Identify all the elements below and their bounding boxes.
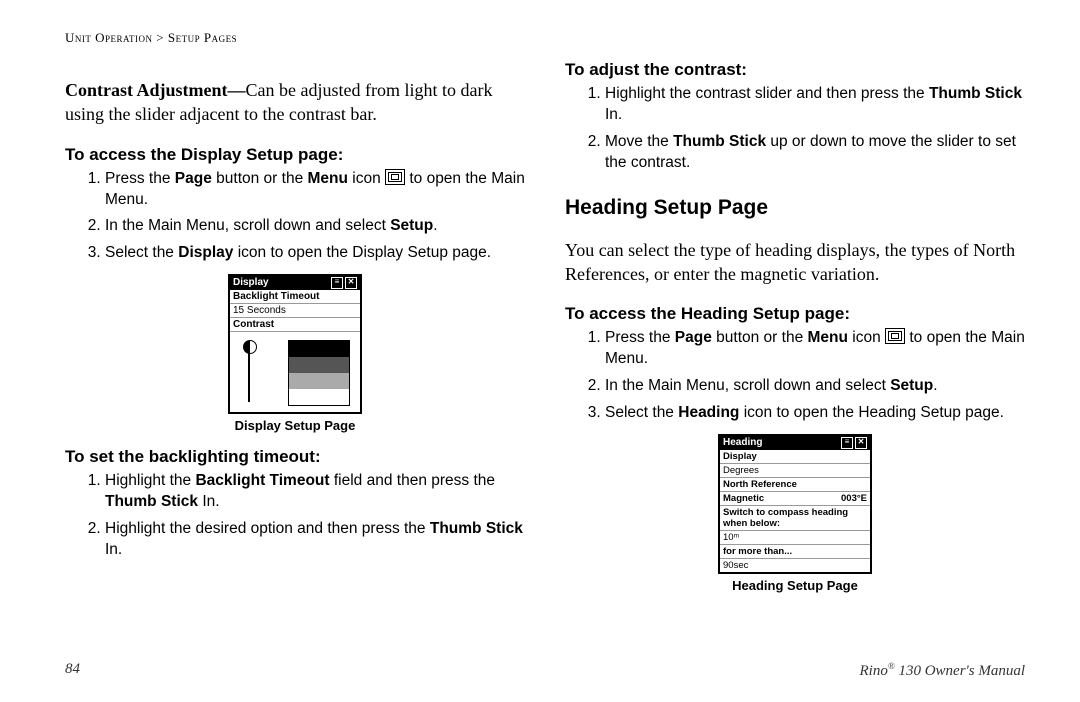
proc2-step1: Highlight the Backlight Timeout field an… (105, 471, 525, 513)
mini-head-title-icons: ≡✕ (841, 437, 867, 449)
proc4-step2: In the Main Menu, scroll down and select… (605, 376, 1025, 397)
mh-r2: Degrees (720, 464, 870, 478)
figure-display: Display ≡✕ Backlight Timeout 15 Seconds … (65, 274, 525, 433)
breadcrumb-sep: > (156, 30, 164, 45)
mini-disp-body (230, 332, 360, 412)
proc4-steps: Press the Page button or the Menu icon t… (565, 328, 1025, 424)
proc1-head: To access the Display Setup page: (65, 145, 525, 165)
proc3-step1: Highlight the contrast slider and then p… (605, 84, 1025, 126)
mini-head-title: Heading (723, 437, 762, 449)
proc3-steps: Highlight the contrast slider and then p… (565, 84, 1025, 174)
proc1-step1: Press the Page button or the Menu icon t… (105, 169, 525, 211)
mh-r8: 90sec (720, 559, 870, 572)
left-column: Contrast Adjustment—Can be adjusted from… (65, 60, 525, 593)
mini-disp-row1: Backlight Timeout (230, 290, 360, 304)
figure-display-caption: Display Setup Page (65, 418, 525, 433)
mh-r7: for more than... (720, 545, 870, 559)
heading-setup-body: You can select the type of heading displ… (565, 238, 1025, 287)
contrast-slider-knob (243, 340, 257, 354)
manual-title: Rino® 130 Owner's Manual (860, 661, 1025, 680)
intro-lead: Contrast Adjustment— (65, 80, 246, 100)
mh-r1: Display (720, 450, 870, 464)
manual-page: Unit Operation > Setup Pages Contrast Ad… (0, 0, 1080, 702)
mini-disp-row1v: 15 Seconds (230, 304, 360, 318)
breadcrumb-a: Unit Operation (65, 30, 153, 45)
contrast-gradient (288, 340, 350, 406)
breadcrumb-b: Setup Pages (168, 30, 237, 45)
mh-r4: Magnetic 003°E (720, 492, 870, 506)
proc1-step2: In the Main Menu, scroll down and select… (105, 216, 525, 237)
proc3-step2: Move the Thumb Stick up or down to move … (605, 132, 1025, 174)
mini-disp-title-icons: ≡✕ (331, 277, 357, 289)
menu-icon (885, 328, 905, 344)
breadcrumb: Unit Operation > Setup Pages (65, 30, 1025, 46)
mh-r3: North Reference (720, 478, 870, 492)
page-footer: 84 Rino® 130 Owner's Manual (65, 661, 1025, 680)
proc1-steps: Press the Page button or the Menu icon t… (65, 169, 525, 265)
right-column: To adjust the contrast: Highlight the co… (565, 60, 1025, 593)
proc4-head: To access the Heading Setup page: (565, 304, 1025, 324)
heading-setup-screenshot: Heading ≡✕ Display Degrees North Referen… (718, 434, 872, 574)
page-number: 84 (65, 661, 80, 680)
proc3-head: To adjust the contrast: (565, 60, 1025, 80)
menu-icon (385, 169, 405, 185)
figure-heading-caption: Heading Setup Page (565, 578, 1025, 593)
proc2-head: To set the backlighting timeout: (65, 447, 525, 467)
proc4-step3: Select the Heading icon to open the Head… (605, 403, 1025, 424)
proc4-step1: Press the Page button or the Menu icon t… (605, 328, 1025, 370)
proc2-steps: Highlight the Backlight Timeout field an… (65, 471, 525, 561)
proc1-step3: Select the Display icon to open the Disp… (105, 243, 525, 264)
contrast-intro: Contrast Adjustment—Can be adjusted from… (65, 78, 525, 127)
figure-heading: Heading ≡✕ Display Degrees North Referen… (565, 434, 1025, 593)
display-setup-screenshot: Display ≡✕ Backlight Timeout 15 Seconds … (228, 274, 362, 414)
mini-disp-row2: Contrast (230, 318, 360, 332)
mh-r6: 10ᵐ (720, 531, 870, 545)
heading-setup-title: Heading Setup Page (565, 196, 1025, 220)
mh-r5: Switch to compass heading when below: (720, 506, 870, 531)
proc2-step2: Highlight the desired option and then pr… (105, 519, 525, 561)
mini-disp-title: Display (233, 277, 269, 289)
